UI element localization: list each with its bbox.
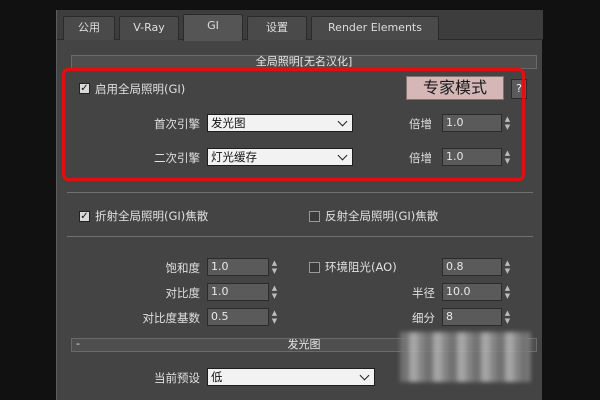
- contrast-label: 对比度: [165, 286, 201, 300]
- blurred-region: [400, 332, 530, 382]
- ambient-occlusion-label: 环境阻光(AO): [325, 260, 397, 274]
- subdivs-label: 细分: [412, 311, 435, 325]
- current-preset-label: 当前预设: [154, 371, 200, 385]
- ambient-occlusion-spinner[interactable]: 0.8 ▲ ▼: [442, 258, 510, 276]
- radius-spinner[interactable]: 10.0 ▲ ▼: [442, 283, 510, 301]
- divider: [67, 236, 533, 237]
- highlight-box: [62, 68, 525, 181]
- gi-rollout-header[interactable]: 全局照明[无名汉化]: [71, 55, 537, 69]
- subdivs-value: 8: [446, 310, 453, 323]
- tab-vray[interactable]: V-Ray: [119, 16, 179, 40]
- tab-settings[interactable]: 设置: [247, 16, 307, 40]
- reflective-caustics-checkbox[interactable]: [309, 211, 320, 222]
- spinner-arrows-icon[interactable]: ▲ ▼: [270, 309, 279, 325]
- spinner-arrows-icon[interactable]: ▲ ▼: [503, 259, 512, 275]
- ambient-occlusion-checkbox[interactable]: [309, 262, 320, 273]
- contrast-base-value: 0.5: [211, 310, 229, 323]
- saturation-label: 饱和度: [165, 261, 201, 275]
- contrast-value: 1.0: [211, 285, 229, 298]
- tab-bar: 公用 V-Ray GI 设置 Render Elements: [57, 10, 543, 41]
- refractive-caustics-checkbox[interactable]: ✓: [79, 211, 90, 222]
- spinner-arrows-icon[interactable]: ▲ ▼: [270, 284, 279, 300]
- contrast-spinner[interactable]: 1.0 ▲ ▼: [207, 283, 277, 301]
- contrast-base-spinner[interactable]: 0.5 ▲ ▼: [207, 308, 277, 326]
- current-preset-value: 低: [211, 370, 223, 384]
- tab-render-elements[interactable]: Render Elements: [311, 16, 439, 40]
- current-preset-dropdown[interactable]: 低: [207, 368, 375, 386]
- reflective-caustics-label: 反射全局照明(GI)焦散: [325, 209, 439, 223]
- contrast-base-label: 对比度基数: [142, 311, 201, 325]
- subdivs-spinner[interactable]: 8 ▲ ▼: [442, 308, 510, 326]
- spinner-arrows-icon[interactable]: ▲ ▼: [270, 259, 279, 275]
- radius-label: 半径: [412, 286, 435, 300]
- saturation-value: 1.0: [211, 260, 229, 273]
- ambient-occlusion-value: 0.8: [446, 260, 464, 273]
- collapse-icon[interactable]: -: [76, 338, 80, 350]
- spinner-arrows-icon[interactable]: ▲ ▼: [503, 309, 512, 325]
- divider: [67, 192, 533, 193]
- chevron-down-icon: [359, 370, 370, 381]
- spinner-arrows-icon[interactable]: ▲ ▼: [503, 284, 512, 300]
- refractive-caustics-label: 折射全局照明(GI)焦散: [95, 209, 209, 223]
- tab-common[interactable]: 公用: [63, 16, 115, 40]
- gi-rollout-title: 全局照明[无名汉化]: [255, 55, 353, 68]
- radius-value: 10.0: [446, 285, 471, 298]
- irradiance-rollout-title: 发光图: [287, 338, 321, 351]
- tab-gi[interactable]: GI: [183, 14, 243, 41]
- saturation-spinner[interactable]: 1.0 ▲ ▼: [207, 258, 277, 276]
